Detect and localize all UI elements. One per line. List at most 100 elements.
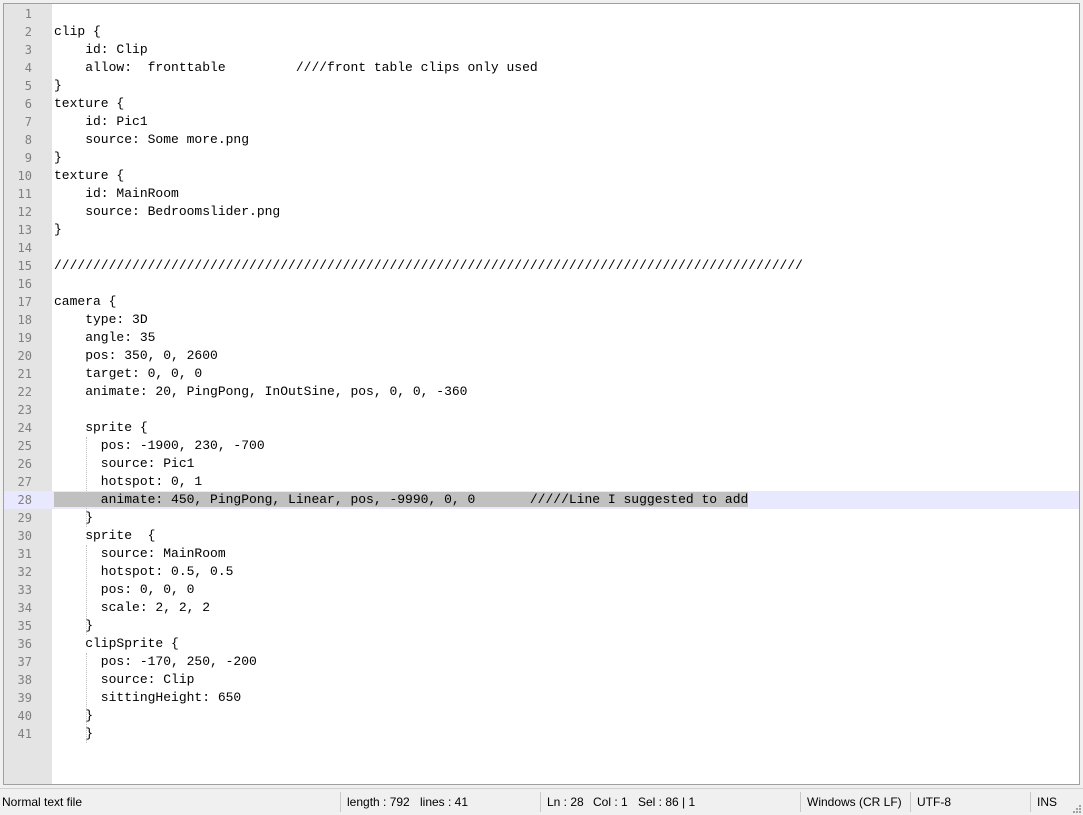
editor-line[interactable]: 41 } (4, 725, 1079, 743)
status-separator (340, 792, 341, 812)
status-lines: lines : 41 (420, 795, 469, 809)
line-text: clipSprite { (54, 636, 179, 651)
status-separator (910, 792, 911, 812)
editor-line[interactable]: 30 sprite { (4, 527, 1079, 545)
editor-line[interactable]: 37 pos: -170, 250, -200 (4, 653, 1079, 671)
line-number: 13 (17, 223, 32, 237)
editor-line[interactable]: 21 target: 0, 0, 0 (4, 365, 1079, 383)
line-number: 10 (17, 169, 32, 183)
editor-line[interactable]: 31 source: MainRoom (4, 545, 1079, 563)
text-editor[interactable]: 1 2 clip {3 id: Clip 4 allow: fronttable //… (3, 3, 1080, 785)
line-text: texture { (54, 168, 125, 183)
indent-guide (86, 545, 87, 635)
editor-line[interactable]: 27 hotspot: 0, 1 (4, 473, 1079, 491)
line-text: source: Bedroomslider.png (54, 204, 281, 219)
status-encoding[interactable]: UTF-8 (917, 789, 951, 815)
editor-line[interactable]: 40 } (4, 707, 1079, 725)
line-text: pos: -170, 250, -200 (54, 654, 257, 669)
line-number: 31 (17, 547, 32, 561)
line-text: sprite { (54, 528, 156, 543)
line-number: 40 (17, 709, 32, 723)
editor-line[interactable]: 11 id: MainRoom (4, 185, 1079, 203)
line-text: id: Clip (54, 42, 148, 57)
indent-guide (86, 437, 87, 527)
line-number: 23 (17, 403, 32, 417)
editor-line[interactable]: 3 id: Clip (4, 41, 1079, 59)
status-sel: Sel : 86 | 1 (638, 795, 696, 809)
status-insert-mode[interactable]: INS (1037, 789, 1057, 815)
line-number: 11 (17, 187, 32, 201)
line-number: 16 (17, 277, 32, 291)
editor-line[interactable]: 29 } (4, 509, 1079, 527)
indent-guide (86, 653, 87, 743)
line-text: id: MainRoom (54, 186, 179, 201)
editor-line[interactable]: 8 source: Some more.png (4, 131, 1079, 149)
editor-line[interactable]: 12 source: Bedroomslider.png (4, 203, 1079, 221)
editor-line[interactable]: 6 texture { (4, 95, 1079, 113)
editor-line[interactable]: 20 pos: 350, 0, 2600 (4, 347, 1079, 365)
line-number: 39 (17, 691, 32, 705)
editor-line[interactable]: 17 camera { (4, 293, 1079, 311)
editor-line[interactable]: 15 //////////////////////////////////////… (4, 257, 1079, 275)
line-number: 21 (17, 367, 32, 381)
line-text: pos: 0, 0, 0 (54, 582, 195, 597)
status-ln: Ln : 28 (547, 795, 584, 809)
editor-line[interactable]: 34 scale: 2, 2, 2 (4, 599, 1079, 617)
editor-line[interactable]: 25 pos: -1900, 230, -700 (4, 437, 1079, 455)
line-number: 30 (17, 529, 32, 543)
editor-line[interactable]: 16 (4, 275, 1079, 293)
editor-line[interactable]: 14 (4, 239, 1079, 257)
line-text: hotspot: 0.5, 0.5 (54, 564, 234, 579)
current-line[interactable]: 28 animate: 450, PingPong, Linear, pos, … (4, 491, 1079, 509)
line-number: 36 (17, 637, 32, 651)
editor-line[interactable]: 10 texture { (4, 167, 1079, 185)
line-text: animate: 450, PingPong, Linear, pos, -99… (54, 491, 749, 509)
line-text: texture { (54, 96, 125, 111)
line-number: 38 (17, 673, 32, 687)
editor-line[interactable]: 19 angle: 35 (4, 329, 1079, 347)
line-text: } (54, 222, 62, 237)
line-text: } (54, 150, 62, 165)
status-eol[interactable]: Windows (CR LF) (807, 789, 902, 815)
line-number: 7 (24, 115, 32, 129)
editor-line[interactable]: 18 type: 3D (4, 311, 1079, 329)
editor-line[interactable]: 35 } (4, 617, 1079, 635)
editor-line[interactable]: 36 clipSprite { (4, 635, 1079, 653)
line-number: 37 (17, 655, 32, 669)
line-text: camera { (54, 294, 117, 309)
status-separator (1030, 792, 1031, 812)
editor-line[interactable]: 13} (4, 221, 1079, 239)
line-text: source: Some more.png (54, 132, 250, 147)
line-number: 41 (17, 727, 32, 741)
editor-line[interactable]: 23 (4, 401, 1079, 419)
editor-line[interactable]: 39 sittingHeight: 650 (4, 689, 1079, 707)
line-number: 4 (24, 61, 32, 75)
line-text: id: Pic1 (54, 114, 148, 129)
editor-line[interactable]: 4 allow: fronttable ////front table clip… (4, 59, 1079, 77)
editor-line[interactable]: 9} (4, 149, 1079, 167)
editor-line[interactable]: 1 (4, 5, 1079, 23)
editor-line[interactable]: 32 hotspot: 0.5, 0.5 (4, 563, 1079, 581)
line-number: 18 (17, 313, 32, 327)
editor-line[interactable]: 33 pos: 0, 0, 0 (4, 581, 1079, 599)
line-number: 5 (24, 79, 32, 93)
line-text: pos: 350, 0, 2600 (54, 348, 218, 363)
line-number: 12 (17, 205, 32, 219)
selected-text: animate: 450, PingPong, Linear, pos, -99… (54, 492, 749, 507)
line-text: type: 3D (54, 312, 148, 327)
editor-line[interactable]: 2 clip { (4, 23, 1079, 41)
line-text: sittingHeight: 650 (54, 690, 242, 705)
editor-line[interactable]: 22 animate: 20, PingPong, InOutSine, pos… (4, 383, 1079, 401)
line-text: } (54, 708, 94, 723)
line-text: ////////////////////////////////////////… (54, 258, 803, 273)
line-number: 14 (17, 241, 32, 255)
editor-line[interactable]: 26 source: Pic1 (4, 455, 1079, 473)
editor-line[interactable]: 5} (4, 77, 1079, 95)
resize-grip-icon[interactable] (1071, 803, 1081, 813)
status-bar: Normal text file length : 792 lines : 41… (0, 788, 1083, 815)
line-number: 20 (17, 349, 32, 363)
editor-line[interactable]: 38 source: Clip (4, 671, 1079, 689)
editor-line[interactable]: 24 sprite { (4, 419, 1079, 437)
editor-line[interactable]: 7 id: Pic1 (4, 113, 1079, 131)
line-text: scale: 2, 2, 2 (54, 600, 211, 615)
